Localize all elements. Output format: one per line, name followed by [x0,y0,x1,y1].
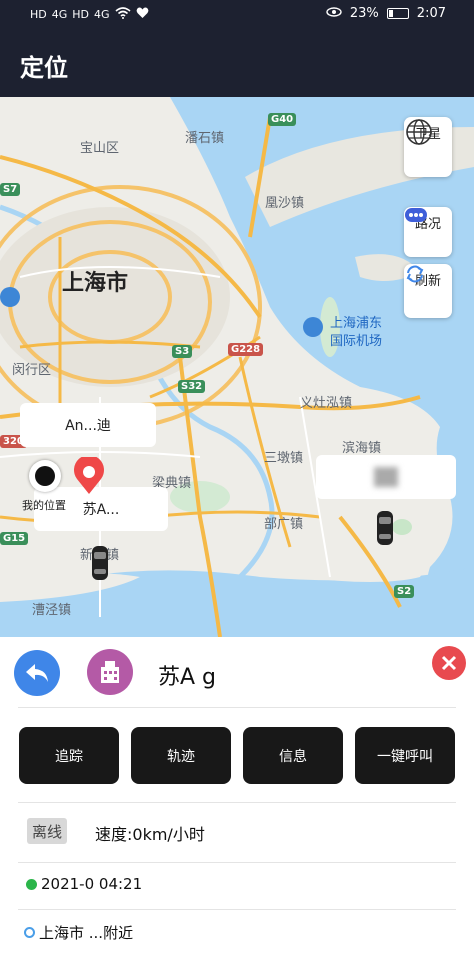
action-bar: 追踪 轨迹 信息 一键呼叫 [19,727,455,784]
hd-badge-2: HD [72,8,90,21]
map-label-town-3: 义灶泓镇 [300,396,353,411]
vehicle-bubble-1[interactable]: An...迪 [20,403,156,447]
my-location-label: 我的位置 [22,499,66,512]
map-label-minhang: 闵行区 [12,363,52,378]
battery-percent: 23% [349,6,379,21]
close-icon [441,655,457,671]
battery-icon [386,8,409,19]
map-label-shanghai: 上海市 [62,271,129,296]
traffic-button[interactable]: 路况 [404,207,452,257]
divider [18,707,456,708]
network-badge-2: 4G [94,8,110,21]
vehicle-name: 苏A g [158,665,217,690]
online-dot-icon [26,878,37,890]
one-key-call-button[interactable]: 一键呼叫 [355,727,455,784]
building-icon [101,661,119,683]
location-icon [24,927,35,938]
track-button[interactable]: 追踪 [19,727,119,784]
road-shield-g15: G15 [0,532,29,545]
map-label-airport-2: 国际机场 [330,334,383,349]
vehicle-detail-panel: 苏A g 追踪 轨迹 信息 一键呼叫 离线 速度:0km/小时 2021-0 0… [0,637,474,967]
trajectory-button[interactable]: 轨迹 [131,727,231,784]
info-button[interactable]: 信息 [243,727,343,784]
network-badge-1: 4G [51,8,68,21]
eye-icon [326,6,342,21]
heart-icon [136,7,149,22]
divider [18,802,456,803]
map-label-town-1: 潘石镇 [185,131,225,146]
map-label-town-4: 滨海镇 [342,441,382,456]
page-title: 定位 [20,54,68,82]
app-bar: 定位 [0,30,474,97]
vehicle-avatar [87,649,133,695]
map-label-airport-1: 上海浦东 [330,316,383,331]
divider [18,909,456,910]
redacted-text [374,467,398,487]
status-bar: HD 4G HD 4G 23% 2:07 [0,0,474,30]
close-button[interactable] [432,646,466,680]
road-shield-s7: S7 [0,183,21,196]
speed-text: 速度:0km/小时 [95,825,205,844]
clock: 2:07 [416,6,446,21]
refresh-button[interactable]: 刷新 [404,264,452,318]
map-label-town-5: 三墩镇 [264,451,304,466]
map-label-baoshan: 宝山区 [80,141,120,156]
reply-arrow-icon [26,664,48,682]
map-label-town-2: 凰沙镇 [265,196,305,211]
road-shield-g228: G228 [228,343,264,356]
timestamp: 2021-0 04:21 [41,875,143,893]
airport-icon-west [0,287,20,307]
road-shield-g40: G40 [268,113,297,126]
vehicle-bubble-2-text: 苏A... [82,502,120,518]
address: 上海市 ...附近 [39,924,134,942]
vehicle-bubble-3[interactable] [316,455,456,499]
status-badge: 离线 [27,818,67,844]
map-view[interactable]: 宝山区 潘石镇 凰沙镇 上海市 闵行区 上海浦东 国际机场 义灶泓镇 滨海镇 三… [0,97,474,637]
vehicle-bubble-1-text: An...迪 [65,418,111,434]
hd-badge-1: HD [30,8,47,21]
address-row: 上海市 ...附近 [24,922,133,943]
road-shield-s2: S2 [394,585,415,598]
my-location-icon[interactable] [29,460,61,492]
road-shield-s32: S32 [178,380,206,393]
satellite-button[interactable]: 卫星 [404,117,452,177]
map-label-town-9: 漕泾镇 [32,603,72,618]
map-label-town-7: 部广镇 [264,517,304,532]
system-indicators: 23% 2:07 [326,6,446,21]
timestamp-row: 2021-0 04:21 [26,875,142,893]
wifi-icon [115,7,131,22]
signal-indicators: HD 4G HD 4G [30,7,149,22]
back-button[interactable] [14,650,60,696]
road-shield-s3: S3 [172,345,193,358]
airport-icon [303,317,323,337]
map-tiles [0,97,474,637]
divider [18,862,456,863]
